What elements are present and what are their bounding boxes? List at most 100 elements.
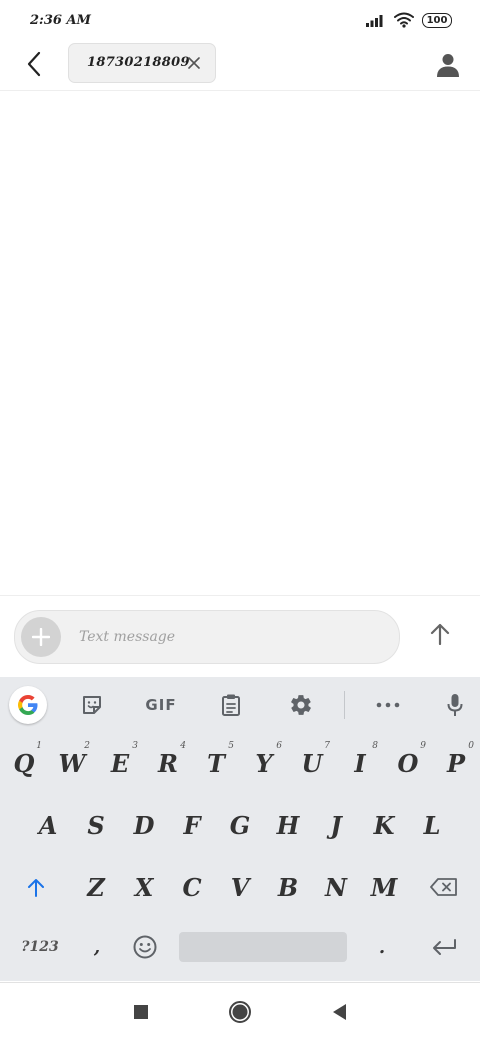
status-bar: 2:36 AM 100 <box>0 0 480 42</box>
period-key[interactable]: . <box>358 917 406 977</box>
navigation-bar <box>0 982 480 1041</box>
key-t[interactable]: T5 <box>192 733 240 793</box>
key-l[interactable]: L <box>408 795 456 855</box>
key-hint: 8 <box>372 741 378 751</box>
recents-button[interactable] <box>126 997 156 1027</box>
key-label: U <box>301 748 323 778</box>
back-button[interactable] <box>20 50 48 78</box>
sticker-icon <box>83 696 101 714</box>
conversation-area <box>0 91 480 594</box>
home-button[interactable] <box>225 997 255 1027</box>
key-hint: 4 <box>180 741 186 751</box>
key-f[interactable]: F <box>168 795 216 855</box>
key-row-3: Z X C V B N M <box>0 857 480 917</box>
key-j[interactable]: J <box>312 795 360 855</box>
toolbar-divider <box>344 691 345 719</box>
recipient-chip[interactable]: 18730218809 <box>68 43 216 83</box>
contact-button[interactable] <box>432 49 464 81</box>
recipient-number: 18730218809 <box>87 55 190 70</box>
arrow-up-icon <box>430 623 450 645</box>
remove-recipient-button[interactable] <box>185 54 203 72</box>
enter-icon <box>433 939 456 955</box>
gif-label: GIF <box>145 696 177 714</box>
gear-icon <box>291 695 311 715</box>
key-a[interactable]: A <box>24 795 72 855</box>
enter-key[interactable] <box>408 917 480 977</box>
more-horizontal-icon <box>376 702 400 708</box>
key-c[interactable]: C <box>168 857 216 917</box>
key-hint: 6 <box>276 741 282 751</box>
conversation-header: 18730218809 <box>0 42 480 91</box>
google-g-icon <box>18 695 38 715</box>
wifi-icon <box>394 12 414 28</box>
key-hint: 1 <box>36 741 42 751</box>
key-label: I <box>354 748 366 778</box>
key-g[interactable]: G <box>216 795 264 855</box>
chevron-left-icon <box>27 51 41 77</box>
back-nav-button[interactable] <box>324 997 354 1027</box>
key-o[interactable]: O9 <box>384 733 432 793</box>
settings-button[interactable] <box>283 687 319 723</box>
key-u[interactable]: U7 <box>288 733 336 793</box>
key-h[interactable]: H <box>264 795 312 855</box>
key-row-1: Q1 W2 E3 R4 T5 Y6 U7 I8 O9 P0 <box>0 733 480 793</box>
key-label: O <box>397 748 419 778</box>
close-icon <box>188 57 200 69</box>
gif-button[interactable]: GIF <box>140 687 182 723</box>
person-icon <box>437 54 459 77</box>
emoji-key[interactable] <box>122 917 168 977</box>
signal-icon <box>366 15 383 27</box>
key-label: Y <box>255 748 273 778</box>
emoji-icon <box>133 935 157 959</box>
compose-bar <box>0 595 480 678</box>
more-options-button[interactable] <box>370 687 406 723</box>
voice-input-button[interactable] <box>437 687 473 723</box>
key-n[interactable]: N <box>312 857 360 917</box>
key-s[interactable]: S <box>72 795 120 855</box>
key-hint: 7 <box>324 741 330 751</box>
add-attachment-button[interactable] <box>21 617 61 657</box>
clipboard-button[interactable] <box>213 687 249 723</box>
battery-icon: 100 <box>422 12 452 28</box>
key-x[interactable]: X <box>120 857 168 917</box>
key-r[interactable]: R4 <box>144 733 192 793</box>
key-i[interactable]: I8 <box>336 733 384 793</box>
key-hint: 5 <box>228 741 234 751</box>
backspace-key[interactable] <box>408 857 480 917</box>
send-button[interactable] <box>424 618 456 650</box>
status-time: 2:36 AM <box>30 13 91 28</box>
key-p[interactable]: P0 <box>432 733 480 793</box>
microphone-icon <box>447 694 463 716</box>
key-row-2: A S D F G H J K L <box>0 795 480 855</box>
message-input[interactable] <box>79 611 379 663</box>
key-v[interactable]: V <box>216 857 264 917</box>
comma-key[interactable]: , <box>72 917 122 977</box>
google-button[interactable] <box>9 686 47 724</box>
plus-icon <box>32 628 50 646</box>
key-label: W <box>58 748 86 778</box>
space-bar[interactable] <box>179 932 347 962</box>
keyboard-toolbar: GIF <box>0 677 480 733</box>
key-label: Q <box>13 748 35 778</box>
key-w[interactable]: W2 <box>48 733 96 793</box>
symbols-label: ?123 <box>21 939 59 955</box>
circle-icon <box>229 1001 251 1023</box>
key-d[interactable]: D <box>120 795 168 855</box>
key-b[interactable]: B <box>264 857 312 917</box>
square-icon <box>134 1005 148 1019</box>
key-label: R <box>158 748 178 778</box>
key-e[interactable]: E3 <box>96 733 144 793</box>
key-hint: 3 <box>132 741 138 751</box>
key-m[interactable]: M <box>360 857 408 917</box>
shift-key[interactable] <box>0 857 72 917</box>
sticker-button[interactable] <box>74 687 110 723</box>
key-label: T <box>207 748 225 778</box>
backspace-icon <box>430 878 457 896</box>
key-k[interactable]: K <box>360 795 408 855</box>
symbols-key[interactable]: ?123 <box>0 917 80 977</box>
key-z[interactable]: Z <box>72 857 120 917</box>
key-label: E <box>110 748 130 778</box>
key-y[interactable]: Y6 <box>240 733 288 793</box>
status-icons: 100 <box>366 12 452 28</box>
key-q[interactable]: Q1 <box>0 733 48 793</box>
